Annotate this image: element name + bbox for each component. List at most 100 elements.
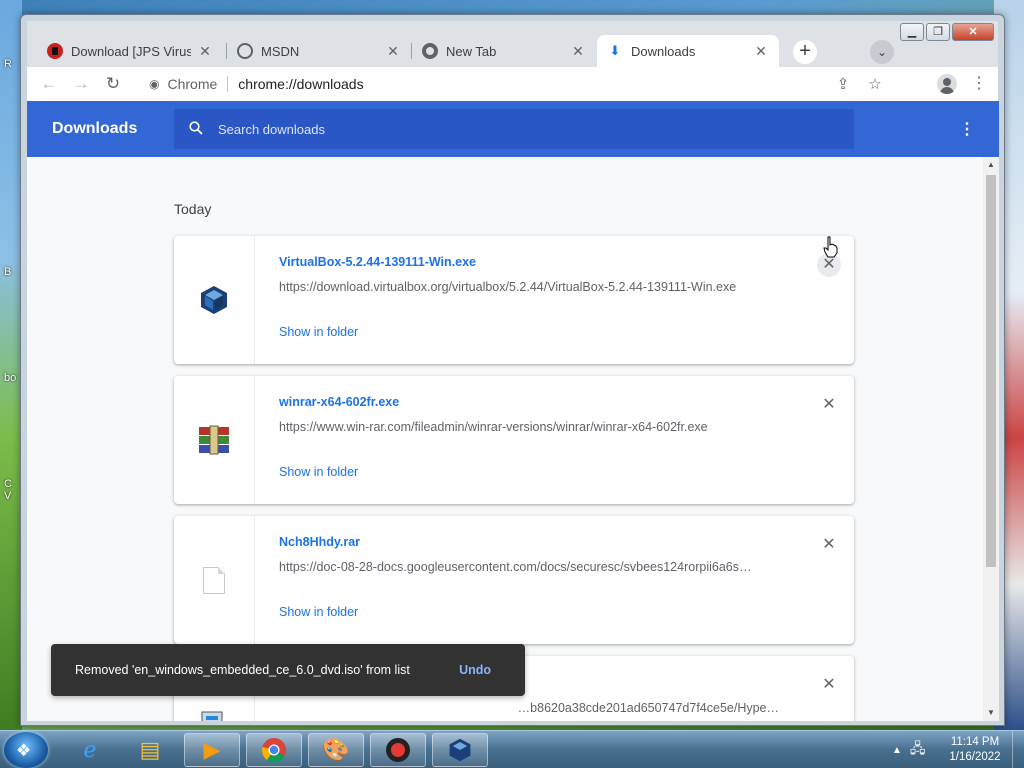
downloads-header: Downloads Search downloads ⋮ <box>27 101 999 157</box>
download-source-url[interactable]: https://download.virtualbox.org/virtualb… <box>279 280 784 294</box>
page-scrollbar[interactable]: ▲ ▼ <box>983 157 999 721</box>
download-item: VirtualBox-5.2.44-139111-Win.exe https:/… <box>174 236 854 364</box>
recorder-icon[interactable] <box>370 733 426 767</box>
show-in-folder-link[interactable]: Show in folder <box>279 605 358 619</box>
start-button[interactable]: ❖ <box>4 732 48 768</box>
profile-avatar[interactable] <box>937 74 957 94</box>
chrome-icon <box>422 43 438 59</box>
close-icon[interactable]: ✕ <box>197 43 213 60</box>
download-source-url[interactable]: https://www.win-rar.com/fileadmin/winrar… <box>279 420 784 434</box>
scroll-up-arrow[interactable]: ▲ <box>983 157 999 173</box>
paint-icon[interactable]: 🎨 <box>308 733 364 767</box>
red-n-icon <box>47 43 63 59</box>
remove-item-button[interactable]: ✕ <box>817 673 841 697</box>
file-icon-column <box>174 236 255 364</box>
close-icon[interactable]: ✕ <box>753 43 769 60</box>
search-icon <box>174 120 218 138</box>
page-title: Downloads <box>52 120 138 137</box>
download-source-url[interactable]: …b8620a38cde201ad650747d7f4ce5e/Hype… <box>474 701 779 715</box>
download-filename-link[interactable]: Nch8Hhdy.rar <box>279 535 360 549</box>
clock-time: 11:14 PM <box>950 736 1000 748</box>
explorer-icon[interactable]: ▤ <box>122 733 178 767</box>
chrome-icon[interactable] <box>246 733 302 767</box>
url-text[interactable]: chrome://downloads <box>238 76 363 92</box>
virtualbox-icon <box>201 286 227 314</box>
tab-label: New Tab <box>446 43 497 59</box>
chrome-menu-icon[interactable]: ⋮ <box>971 73 987 93</box>
clock[interactable]: 11:14 PM 1/16/2022 <box>940 735 1010 765</box>
remove-item-button[interactable]: ✕ <box>817 533 841 557</box>
site-chip-label: Chrome <box>167 76 218 92</box>
system-tray: ▲ 🖧 <box>892 731 926 768</box>
share-icon[interactable]: ⇪ <box>827 75 859 93</box>
downloads-page: Downloads Search downloads ⋮ Today Virtu <box>27 101 999 721</box>
tab-msdn[interactable]: MSDN ✕ <box>227 35 411 67</box>
minimize-button[interactable]: ▁ <box>900 23 924 41</box>
undo-button[interactable]: Undo <box>459 663 491 677</box>
scrollbar-thumb[interactable] <box>986 175 996 567</box>
download-item: winrar-x64-602fr.exe https://www.win-rar… <box>174 376 854 504</box>
date-section-label: Today <box>174 201 212 217</box>
tab-label: Downloads <box>631 43 696 59</box>
bookmark-star-icon[interactable]: ☆ <box>859 75 891 93</box>
tab-downloads[interactable]: ⬇ Downloads ✕ <box>597 35 779 67</box>
desktop-label: V <box>4 490 12 502</box>
clock-date: 1/16/2022 <box>949 751 1001 763</box>
desktop-left-strip: R B bo C V <box>0 0 22 730</box>
forward-icon[interactable]: → <box>65 74 97 94</box>
windows-logo-icon: ❖ <box>16 741 32 760</box>
omnibox-separator <box>227 76 229 92</box>
more-actions-icon[interactable]: ⋮ <box>959 119 975 139</box>
window-controls: ▁ ❐ ✕ <box>900 23 994 41</box>
desktop-label: B <box>4 266 12 278</box>
download-filename-link[interactable]: winrar-x64-602fr.exe <box>279 395 399 409</box>
download-item: Nch8Hhdy.rar https://doc-08-28-docs.goog… <box>174 516 854 644</box>
file-icon-column <box>174 376 255 504</box>
desktop-label: bo <box>4 372 17 384</box>
media-player-icon[interactable]: ▶ <box>184 733 240 767</box>
omnibox-actions: ⇪ ☆ <box>827 69 891 99</box>
site-chip[interactable]: ◉ Chrome <box>149 76 217 92</box>
new-tab-button[interactable]: + <box>793 40 817 64</box>
show-desktop-button[interactable] <box>1012 731 1024 768</box>
download-source-url[interactable]: https://doc-08-28-docs.googleusercontent… <box>279 560 784 574</box>
file-icon-column <box>174 516 255 644</box>
download-icon: ⬇ <box>609 43 621 58</box>
show-in-folder-link[interactable]: Show in folder <box>279 465 358 479</box>
close-icon[interactable]: ✕ <box>570 43 586 60</box>
desktop-label: R <box>4 58 12 70</box>
chrome-window: ▁ ❐ ✕ Download [JPS Virus Mak ✕ MSDN ✕ N… <box>20 14 1005 726</box>
search-input[interactable]: Search downloads <box>174 109 854 149</box>
winrar-icon <box>199 425 229 455</box>
tab-strip: ▁ ❐ ✕ Download [JPS Virus Mak ✕ MSDN ✕ N… <box>27 21 998 67</box>
remove-item-button[interactable]: ✕ <box>817 393 841 417</box>
download-filename-link[interactable]: VirtualBox-5.2.44-139111-Win.exe <box>279 255 476 269</box>
taskbar: ❖ ℯ ▤ ▶ 🎨 ▲ 🖧 11:14 PM 1/16/2022 <box>0 730 1024 768</box>
tab-label: MSDN <box>261 43 300 59</box>
tab-new-tab[interactable]: New Tab ✕ <box>412 35 596 67</box>
close-icon[interactable]: ✕ <box>385 43 401 60</box>
globe-icon <box>237 43 253 59</box>
network-icon[interactable]: 🖧 <box>910 738 926 762</box>
tab-search-button[interactable]: ⌄ <box>870 40 894 64</box>
scroll-down-arrow[interactable]: ▼ <box>983 705 999 721</box>
omnibox[interactable]: ◉ Chrome chrome://downloads ⇪ ☆ <box>137 69 891 99</box>
search-placeholder: Search downloads <box>218 121 325 137</box>
file-icon <box>203 566 225 594</box>
toolbar: ← → ↻ ◉ Chrome chrome://downloads ⇪ ☆ ⋮ <box>27 67 998 101</box>
virtualbox-icon[interactable] <box>432 733 488 767</box>
chrome-icon: ◉ <box>149 77 160 91</box>
ie-icon[interactable]: ℯ <box>62 733 118 767</box>
tab-jps-virus[interactable]: Download [JPS Virus Mak ✕ <box>37 35 223 67</box>
removed-toast: Removed 'en_windows_embedded_ce_6.0_dvd.… <box>51 644 525 696</box>
installer-icon <box>201 711 223 721</box>
close-window-button[interactable]: ✕ <box>952 23 994 41</box>
toast-message: Removed 'en_windows_embedded_ce_6.0_dvd.… <box>75 663 410 677</box>
back-icon[interactable]: ← <box>33 74 65 94</box>
tab-label: Download [JPS Virus Mak <box>71 43 191 59</box>
tray-expand-icon[interactable]: ▲ <box>892 745 902 756</box>
reload-icon[interactable]: ↻ <box>97 74 129 94</box>
maximize-button[interactable]: ❐ <box>926 23 950 41</box>
desktop-label: C <box>4 478 12 490</box>
show-in-folder-link[interactable]: Show in folder <box>279 325 358 339</box>
